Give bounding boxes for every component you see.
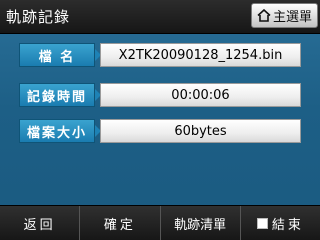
track-record-screen: 軌跡記錄 主選單 檔 名 X2TK20090128_1254.bin 記錄時間 … — [0, 0, 320, 240]
record-time-label: 記錄時間 — [19, 83, 101, 107]
bottom-toolbar: 返回 確定 軌跡清單 結束 — [0, 205, 320, 240]
record-time-value: 00:00:06 — [100, 83, 301, 107]
file-size-value: 60bytes — [100, 119, 301, 143]
home-icon — [257, 9, 271, 22]
end-button[interactable]: 結束 — [239, 206, 320, 240]
confirm-button[interactable]: 確定 — [79, 206, 159, 240]
back-button[interactable]: 返回 — [0, 206, 79, 240]
track-list-button[interactable]: 軌跡清單 — [159, 206, 240, 240]
main-menu-button[interactable]: 主選單 — [251, 3, 318, 28]
title-bar: 軌跡記錄 主選單 — [0, 0, 320, 34]
file-size-label: 檔案大小 — [19, 119, 101, 143]
window-title: 軌跡記錄 — [6, 8, 71, 26]
filename-row: 檔 名 X2TK20090128_1254.bin — [19, 43, 301, 67]
filename-value: X2TK20090128_1254.bin — [100, 43, 301, 67]
filename-label: 檔 名 — [19, 43, 101, 67]
file-size-row: 檔案大小 60bytes — [19, 119, 301, 143]
record-time-row: 記錄時間 00:00:06 — [19, 83, 301, 107]
end-label: 結束 — [271, 218, 304, 233]
stop-icon — [256, 218, 268, 229]
main-menu-label: 主選單 — [272, 10, 312, 25]
